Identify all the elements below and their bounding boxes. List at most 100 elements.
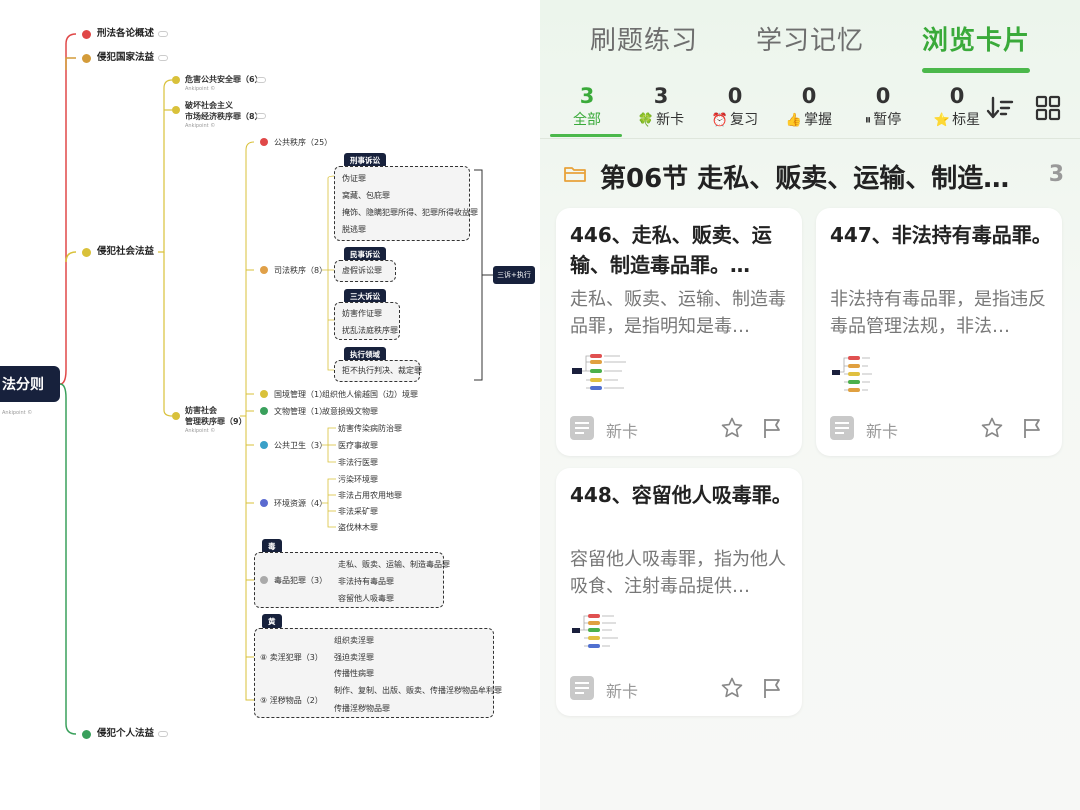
- card-title: 446、走私、贩卖、运输、制造毒品罪。…: [570, 223, 772, 277]
- card-status: 新卡: [606, 422, 639, 441]
- leaf-harbor: 窝藏、包庇罪: [342, 191, 390, 200]
- node-dot-icon: [172, 106, 180, 114]
- branch-dot-icon: [82, 248, 91, 257]
- flag-icon[interactable]: [760, 676, 784, 700]
- note-chip-icon: [158, 731, 168, 737]
- leaf-force-prostitution: 强迫卖淫罪: [334, 653, 374, 662]
- mindmap-thumbnail-icon: [572, 614, 618, 648]
- section-count: 3: [1048, 162, 1064, 187]
- note-chip-icon: [256, 113, 266, 119]
- card-note-icon: [570, 416, 594, 440]
- branch-dot-icon: [82, 54, 91, 63]
- filter-count: 0: [875, 84, 891, 108]
- node-sublabel: Ankipoint ©: [185, 86, 216, 92]
- card-note-icon: [570, 676, 594, 700]
- active-tab-indicator: [922, 68, 1030, 73]
- branch-personal-interest: 侵犯个人法益: [97, 728, 155, 739]
- section-header[interactable]: 第06节 走私、贩卖、运输、制造… 3: [564, 158, 1064, 194]
- category-drugs: 毒品犯罪（3）: [274, 576, 328, 585]
- filter-label: 掌握: [804, 112, 833, 128]
- leaf-organize-prostitution: 组织卖淫罪: [334, 636, 374, 645]
- leaf-obstruct-testimony: 妨害作证罪: [342, 309, 382, 318]
- clover-icon: 🍀: [637, 113, 655, 128]
- alarm-clock-icon: ⏰: [711, 113, 729, 128]
- leaf-conceal: 掩饰、隐瞒犯罪所得、犯罪所得收益罪: [342, 208, 478, 217]
- leaf-epidemic: 妨害传染病防治罪: [338, 424, 402, 433]
- card-title: 448、容留他人吸毒罪。: [570, 483, 792, 507]
- leaf-logging: 盗伐林木罪: [338, 523, 378, 532]
- category-environment: 环境资源（4）: [274, 499, 328, 508]
- node-sublabel: Ankipoint ©: [185, 428, 216, 434]
- branch-dot-icon: [82, 30, 91, 39]
- filter-paused[interactable]: 0 ⏸ 暂停: [848, 82, 918, 130]
- card-note-icon: [830, 416, 854, 440]
- leaf-refuse-execution: 拒不执行判决、裁定罪: [342, 366, 422, 375]
- sort-icon[interactable]: [986, 94, 1014, 122]
- mind-map-image: 法分则 Ankipoint © 刑法各论概述 侵犯国家法益 侵犯社会法益 侵犯个…: [0, 0, 540, 810]
- leaf-false-litigation: 虚假诉讼罪: [342, 266, 382, 275]
- leaf-perjury: 伪证罪: [342, 174, 366, 183]
- filter-new[interactable]: 3 🍀 新卡: [626, 82, 696, 130]
- mind-map-root: 法分则: [0, 366, 60, 402]
- leaf-mining: 非法采矿罪: [338, 507, 378, 516]
- category-dot-icon: [260, 407, 268, 415]
- filter-label: 暂停: [873, 112, 902, 128]
- category-obscene: ⑨ 淫秽物品（2）: [260, 696, 323, 705]
- grid-icon[interactable]: [1034, 94, 1062, 122]
- category-dot-icon: [260, 499, 268, 507]
- tag-porn: 黄: [262, 614, 282, 629]
- category-health: 公共卫生（3）: [274, 441, 328, 450]
- star-icon[interactable]: [980, 416, 1004, 440]
- filter-all[interactable]: 3 全部: [552, 82, 622, 130]
- flashcard-app: 刷题练习 学习记忆 浏览卡片 3 全部 3 🍀 新卡 0 ⏰ 复习 0 👍 掌握 0 …: [540, 0, 1080, 810]
- tab-bar: 刷题练习 学习记忆 浏览卡片: [540, 20, 1080, 76]
- node-market-order-2: 市场经济秩序罪（8）: [185, 112, 263, 121]
- filter-mastered[interactable]: 0 👍 掌握: [774, 82, 844, 130]
- flag-icon[interactable]: [760, 416, 784, 440]
- mindmap-thumbnail-icon: [832, 356, 872, 392]
- note-chip-icon: [158, 55, 168, 61]
- bracket-label: 三诉+执行: [493, 266, 535, 284]
- filter-count: 3: [653, 84, 669, 108]
- pause-icon: ⏸: [864, 113, 872, 128]
- star-icon[interactable]: [720, 416, 744, 440]
- card-446[interactable]: 446、走私、贩卖、运输、制造毒品罪。… 走私、贩卖、运输、制造毒品罪，是指明知…: [556, 208, 802, 456]
- leaf-court-disorder: 扰乱法庭秩序罪: [342, 326, 398, 335]
- filter-count: 0: [949, 84, 965, 108]
- card-447[interactable]: 447、非法持有毒品罪。 非法持有毒品罪，是指违反毒品管理法规，非法… 新卡: [816, 208, 1062, 456]
- card-footer: 新卡: [570, 414, 792, 444]
- star-icon: ⭐: [933, 113, 951, 128]
- card-description: 走私、贩卖、运输、制造毒品罪，是指明知是毒…: [570, 289, 786, 337]
- card-description: 非法持有毒品罪，是指违反毒品管理法规，非法…: [830, 289, 1046, 337]
- active-filter-indicator: [550, 134, 622, 137]
- note-chip-icon: [256, 77, 266, 83]
- category-judicial-order: 司法秩序（8）: [274, 266, 328, 275]
- star-icon[interactable]: [720, 676, 744, 700]
- tab-memory[interactable]: 学习记忆: [756, 20, 864, 57]
- filter-starred[interactable]: 0 ⭐ 标星: [922, 82, 992, 130]
- category-prostitution: ⑧ 卖淫犯罪（3）: [260, 653, 323, 662]
- flag-icon[interactable]: [1020, 416, 1044, 440]
- card-448[interactable]: 448、容留他人吸毒罪。 容留他人吸毒罪，指为他人吸食、注射毒品提供… 新卡: [556, 468, 802, 716]
- filter-label: 复习: [730, 112, 759, 128]
- category-dot-icon: [260, 441, 268, 449]
- leaf-escape: 脱逃罪: [342, 225, 366, 234]
- note-chip-icon: [158, 31, 168, 37]
- leaf-relics: 故意损毁文物罪: [322, 407, 378, 416]
- category-dot-icon: [260, 576, 268, 584]
- tab-browse-cards[interactable]: 浏览卡片: [922, 20, 1030, 57]
- card-description: 容留他人吸毒罪，指为他人吸食、注射毒品提供…: [570, 549, 786, 597]
- branch-overview: 刑法各论概述: [97, 28, 155, 39]
- card-footer: 新卡: [570, 674, 792, 704]
- leaf-medical-accident: 医疗事故罪: [338, 441, 378, 450]
- node-dot-icon: [172, 412, 180, 420]
- leaf-pollution: 污染环境罪: [338, 475, 378, 484]
- filter-review[interactable]: 0 ⏰ 复习: [700, 82, 770, 130]
- card-status: 新卡: [606, 682, 639, 701]
- divider: [540, 138, 1080, 139]
- leaf-spread-disease: 传播性病罪: [334, 669, 374, 678]
- tab-practice[interactable]: 刷题练习: [590, 20, 698, 57]
- node-dot-icon: [172, 76, 180, 84]
- branch-social-interest: 侵犯社会法益: [97, 246, 155, 257]
- leaf-obscene-spread: 传播淫秽物品罪: [334, 704, 390, 713]
